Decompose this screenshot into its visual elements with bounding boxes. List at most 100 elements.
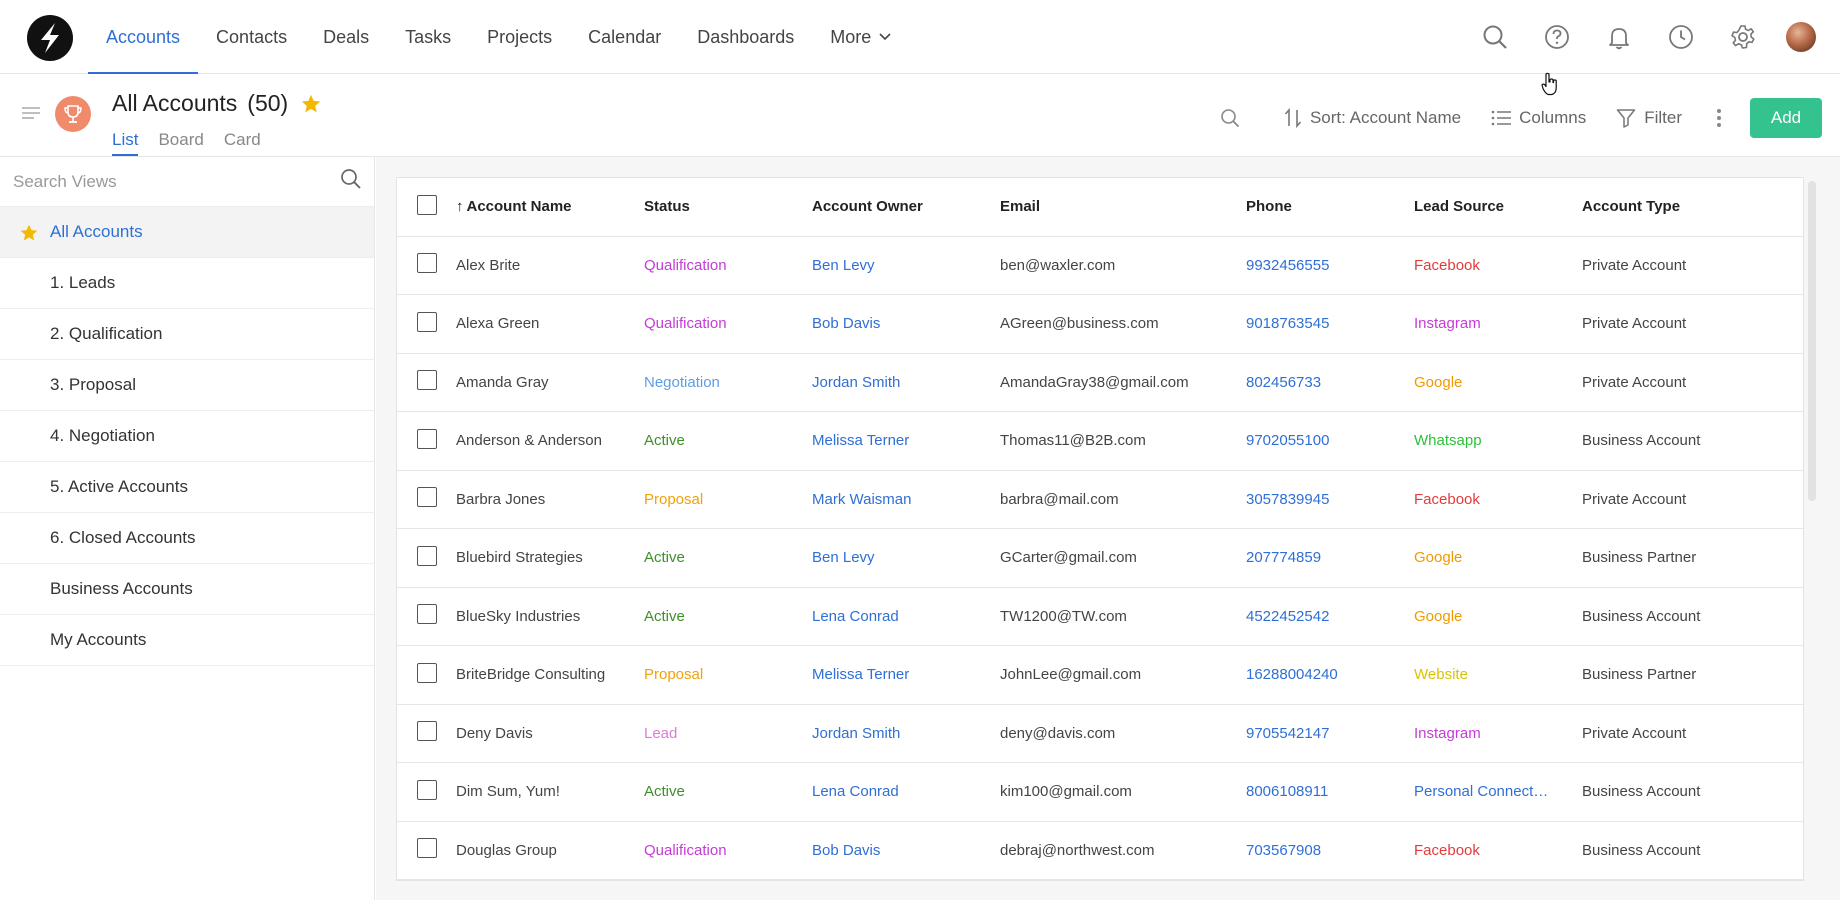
tab-card[interactable]: Card (224, 130, 261, 156)
nav-accounts[interactable]: Accounts (88, 0, 199, 74)
account-owner-cell[interactable]: Jordan Smith (812, 353, 1000, 412)
view-item-leads[interactable]: 1. Leads (0, 258, 374, 309)
account-name-cell[interactable]: Dim Sum, Yum! (456, 762, 644, 822)
table-row[interactable]: BlueSky Industries Active Lena Conrad TW120… (397, 587, 1803, 646)
account-name-cell[interactable]: Barbra Jones (456, 470, 644, 529)
account-owner-cell[interactable]: Melissa Terner (812, 411, 1000, 471)
gear-icon[interactable] (1712, 0, 1774, 74)
sort-button[interactable]: Sort: Account Name (1284, 108, 1461, 128)
row-checkbox[interactable] (417, 428, 437, 449)
phone-cell[interactable]: 8006108911 (1246, 762, 1414, 822)
column-header-account-name[interactable]: ↑ Account Name (456, 178, 644, 237)
account-owner-cell[interactable]: Ben Levy (812, 236, 1000, 295)
table-row[interactable]: BriteBridge Consulting Proposal Melissa Te… (397, 645, 1803, 705)
account-owner-cell[interactable]: Mark Waisman (812, 470, 1000, 529)
column-header-status[interactable]: Status (644, 178, 812, 237)
phone-cell[interactable]: 9705542147 (1246, 704, 1414, 763)
view-item-my-accounts[interactable]: My Accounts (0, 615, 374, 666)
row-checkbox[interactable] (417, 545, 437, 566)
account-owner-cell[interactable]: Melissa Terner (812, 645, 1000, 705)
row-checkbox[interactable] (417, 253, 437, 274)
nav-calendar[interactable]: Calendar (570, 0, 679, 74)
row-checkbox[interactable] (417, 779, 437, 800)
help-icon[interactable] (1526, 0, 1588, 74)
tab-list[interactable]: List (112, 130, 139, 156)
account-owner-cell[interactable]: Jordan Smith (812, 704, 1000, 763)
account-name-cell[interactable]: BlueSky Industries (456, 587, 644, 646)
search-icon[interactable] (340, 168, 362, 195)
search-views-input[interactable] (13, 171, 313, 192)
view-item-business-accounts[interactable]: Business Accounts (0, 564, 374, 615)
columns-button[interactable]: Columns (1491, 108, 1586, 128)
search-icon[interactable] (1464, 0, 1526, 74)
table-scrollbar[interactable] (1808, 181, 1816, 501)
phone-cell[interactable]: 4522452542 (1246, 587, 1414, 646)
table-row[interactable]: Bluebird Strategies Active Ben Levy GCarter… (397, 528, 1803, 588)
phone-cell[interactable]: 3057839945 (1246, 470, 1414, 529)
account-name-cell[interactable]: Deny Davis (456, 704, 644, 763)
table-row[interactable]: Barbra Jones Proposal Mark Waisman barbra@m… (397, 470, 1803, 529)
account-owner-cell[interactable]: Bob Davis (812, 821, 1000, 880)
account-owner-cell[interactable]: Ben Levy (812, 528, 1000, 588)
table-row[interactable]: Alex Brite Qualification Ben Levy ben@waxle… (397, 236, 1803, 295)
table-row[interactable]: Deny Davis Lead Jordan Smith deny@davis.com… (397, 704, 1803, 763)
account-owner-cell[interactable]: Lena Conrad (812, 587, 1000, 646)
nav-tasks[interactable]: Tasks (387, 0, 469, 74)
account-name-cell[interactable]: BriteBridge Consulting (456, 645, 644, 705)
column-header-account-owner[interactable]: Account Owner (812, 178, 1000, 237)
account-name-cell[interactable]: Bluebird Strategies (456, 528, 644, 588)
nav-deals[interactable]: Deals (305, 0, 387, 74)
view-item-active-accounts[interactable]: 5. Active Accounts (0, 462, 374, 513)
phone-cell[interactable]: 9018763545 (1246, 294, 1414, 354)
user-avatar[interactable] (1786, 22, 1816, 52)
column-header-account-type[interactable]: Account Type (1582, 178, 1803, 237)
app-logo-icon[interactable] (27, 15, 73, 61)
view-item-closed-accounts[interactable]: 6. Closed Accounts (0, 513, 374, 564)
phone-cell[interactable]: 9932456555 (1246, 236, 1414, 295)
table-row[interactable]: Dim Sum, Yum! Active Lena Conrad kim100@gma… (397, 762, 1803, 822)
favorite-star-icon[interactable] (300, 93, 322, 115)
column-header-lead-source[interactable]: Lead Source (1414, 178, 1582, 237)
phone-cell[interactable]: 802456733 (1246, 353, 1414, 412)
menu-icon[interactable] (22, 106, 40, 125)
row-checkbox[interactable] (417, 487, 437, 508)
view-item-all-accounts[interactable]: All Accounts (0, 207, 374, 258)
phone-cell[interactable]: 703567908 (1246, 821, 1414, 880)
account-name-cell[interactable]: Alex Brite (456, 236, 644, 295)
toolbar-search-icon[interactable] (1220, 108, 1240, 128)
table-row[interactable]: Douglas Group Qualification Bob Davis debra… (397, 821, 1803, 880)
account-owner-cell[interactable]: Lena Conrad (812, 762, 1000, 822)
phone-cell[interactable]: 9702055100 (1246, 411, 1414, 471)
column-header-email[interactable]: Email (1000, 178, 1246, 237)
table-row[interactable]: Amanda Gray Negotiation Jordan Smith Amanda… (397, 353, 1803, 412)
table-row[interactable]: Anderson & Anderson Active Melissa Terner T… (397, 411, 1803, 471)
view-item-proposal[interactable]: 3. Proposal (0, 360, 374, 411)
select-all-checkbox[interactable] (417, 194, 437, 215)
view-item-negotiation[interactable]: 4. Negotiation (0, 411, 374, 462)
column-header-phone[interactable]: Phone (1246, 178, 1414, 237)
row-checkbox[interactable] (417, 604, 437, 625)
row-checkbox[interactable] (417, 662, 437, 683)
row-checkbox[interactable] (417, 721, 437, 742)
table-row[interactable]: Alexa Green Qualification Bob Davis AGreen@… (397, 294, 1803, 354)
add-button[interactable]: Add (1750, 98, 1822, 138)
clock-icon[interactable] (1650, 0, 1712, 74)
account-name-cell[interactable]: Douglas Group (456, 821, 644, 880)
account-name-cell[interactable]: Alexa Green (456, 294, 644, 354)
account-name-cell[interactable]: Anderson & Anderson (456, 411, 644, 471)
nav-more[interactable]: More (812, 0, 909, 74)
nav-dashboards[interactable]: Dashboards (679, 0, 812, 74)
account-name-cell[interactable]: Amanda Gray (456, 353, 644, 412)
account-owner-cell[interactable]: Bob Davis (812, 294, 1000, 354)
nav-contacts[interactable]: Contacts (198, 0, 305, 74)
phone-cell[interactable]: 207774859 (1246, 528, 1414, 588)
row-checkbox[interactable] (417, 311, 437, 332)
more-options-icon[interactable] (1716, 108, 1722, 128)
row-checkbox[interactable] (417, 370, 437, 391)
bell-icon[interactable] (1588, 0, 1650, 74)
view-item-qualification[interactable]: 2. Qualification (0, 309, 374, 360)
tab-board[interactable]: Board (158, 130, 203, 156)
nav-projects[interactable]: Projects (469, 0, 570, 74)
row-checkbox[interactable] (417, 838, 437, 859)
phone-cell[interactable]: 16288004240 (1246, 645, 1414, 705)
